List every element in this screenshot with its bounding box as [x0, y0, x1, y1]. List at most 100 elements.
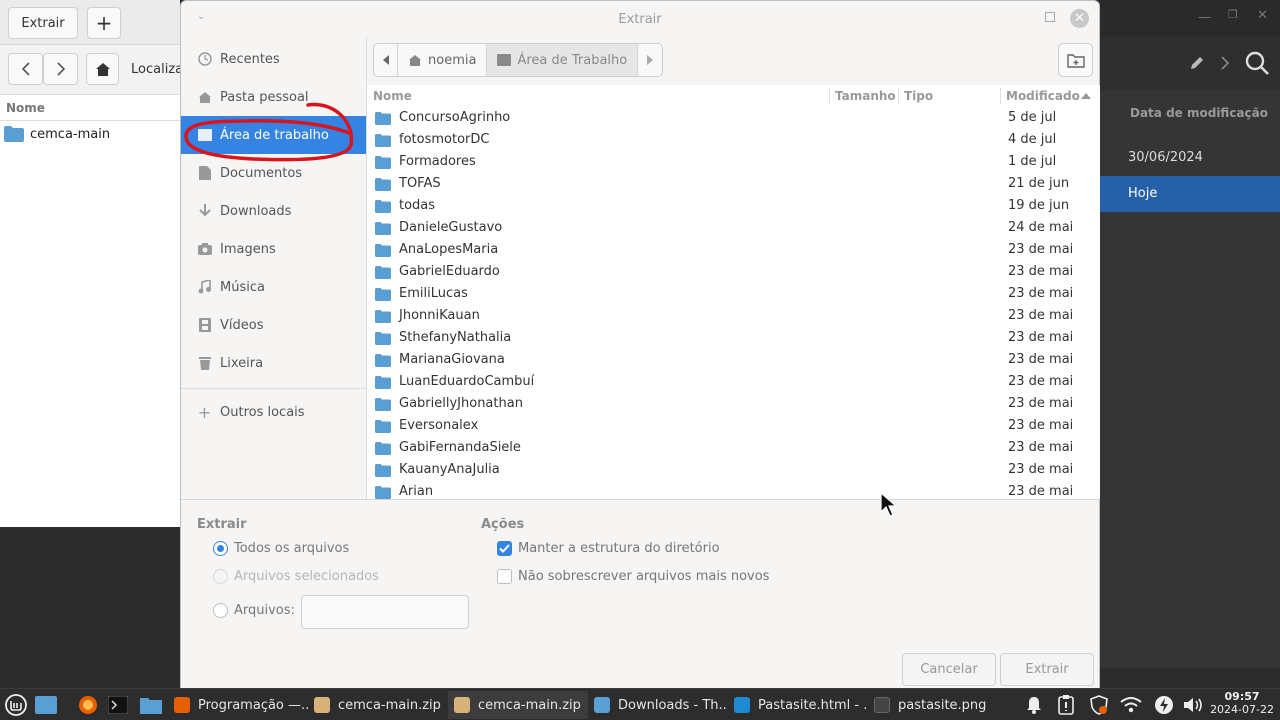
back-button[interactable] — [8, 53, 43, 85]
add-toolbar-button[interactable]: + — [87, 7, 121, 39]
file-name: KauanyAnaJulia — [399, 462, 500, 477]
files-pattern-input[interactable] — [301, 595, 469, 629]
notifications-icon[interactable] — [1022, 693, 1046, 717]
checkbox[interactable] — [497, 569, 512, 584]
close-button[interactable]: ✕ — [1070, 9, 1089, 28]
clipboard-icon[interactable] — [1054, 693, 1078, 717]
sidebar-item-downloads[interactable]: Downloads — [181, 192, 366, 230]
file-row[interactable]: fotosmotorDC 4 de jul — [367, 129, 1100, 151]
search-icon[interactable] — [1244, 50, 1270, 76]
path-back-button[interactable] — [374, 44, 398, 76]
radio-selected-files[interactable]: Arquivos selecionados — [213, 569, 379, 584]
checkbox-keep-structure[interactable]: Manter a estrutura do diretório — [497, 541, 720, 556]
volume-icon[interactable] — [1182, 693, 1206, 717]
file-row[interactable]: JhonniKauan 23 de mai — [367, 305, 1100, 327]
file-row[interactable]: TOFAS 21 de jun — [367, 173, 1100, 195]
clock[interactable]: 09:57 2024-07-22 — [1210, 690, 1274, 716]
file-row[interactable]: AnaLopesMaria 23 de mai — [367, 239, 1100, 261]
breadcrumb-item-home[interactable]: noemia — [398, 44, 488, 76]
file-name: GabrielEduardo — [399, 264, 500, 279]
maximize-icon[interactable]: ❐ — [1228, 8, 1238, 21]
file-row[interactable]: KauanyAnaJulia 23 de mai — [367, 459, 1100, 481]
sidebar-item-videos[interactable]: Vídeos — [181, 306, 366, 344]
chevron-down-icon[interactable]: ⌄ — [197, 11, 205, 22]
column-modified-header[interactable]: Data de modificação — [1100, 90, 1280, 130]
file-modified: 4 de jul — [1008, 132, 1057, 147]
terminal-launcher[interactable] — [106, 693, 130, 717]
file-row[interactable]: GabrielEduardo 23 de mai — [367, 261, 1100, 283]
sort-ascending-icon[interactable] — [1081, 92, 1091, 99]
file-manager-toolbar — [1100, 36, 1280, 90]
desktop-icon — [35, 696, 57, 714]
firefox-launcher[interactable] — [76, 693, 100, 717]
checkbox-no-overwrite[interactable]: Não sobrescrever arquivos mais novos — [497, 569, 769, 584]
checkbox[interactable] — [497, 541, 512, 556]
task-archive-2[interactable]: cemca-main.zip — [448, 691, 588, 719]
home-button[interactable] — [86, 53, 119, 85]
column-name-header[interactable]: Nome — [0, 95, 180, 121]
close-icon[interactable]: ✕ — [1257, 8, 1268, 23]
path-forward-button[interactable] — [638, 44, 662, 76]
sidebar-item-musica[interactable]: Música — [181, 268, 366, 306]
sidebar-item-outros-locais[interactable]: + Outros locais — [181, 393, 366, 431]
task-image[interactable]: pastasite.png — [868, 691, 1008, 719]
sidebar-item-imagens[interactable]: Imagens — [181, 230, 366, 268]
extract-toolbar-button[interactable]: Extrair — [8, 7, 78, 39]
task-downloads[interactable]: Downloads - Th... — [588, 691, 728, 719]
file-name: JhonniKauan — [399, 308, 480, 323]
file-row[interactable]: MarianaGiovana 23 de mai — [367, 349, 1100, 371]
pencil-icon[interactable] — [1188, 54, 1206, 72]
file-row[interactable]: Formadores 1 de jul — [367, 151, 1100, 173]
file-name: SthefanyNathalia — [399, 330, 512, 345]
sidebar-item-lixeira[interactable]: Lixeira — [181, 344, 366, 382]
task-archive-1[interactable]: cemca-main.zip — [308, 691, 448, 719]
column-modified-header[interactable]: Modificado — [1006, 89, 1080, 103]
triangle-left-icon — [382, 55, 389, 65]
power-icon[interactable] — [1152, 693, 1176, 717]
radio-button[interactable] — [213, 541, 228, 556]
file-row[interactable]: Eversonalex 23 de mai — [367, 415, 1100, 437]
taskbar: Programação —... cemca-main.zip cemca-ma… — [0, 688, 1280, 720]
task-vscode[interactable]: Pastasite.html - ... — [728, 691, 868, 719]
radio-files[interactable]: Arquivos: — [213, 603, 295, 618]
files-launcher[interactable] — [139, 693, 163, 717]
file-row[interactable]: SthefanyNathalia 23 de mai — [367, 327, 1100, 349]
file-row[interactable]: todas 19 de jun — [367, 195, 1100, 217]
radio-all-files[interactable]: Todos os arquivos — [213, 541, 349, 556]
file-row[interactable]: Arian 23 de mai — [367, 481, 1100, 499]
task-programacao[interactable]: Programação —... — [168, 691, 308, 719]
file-row[interactable]: GabriellyJhonathan 23 de mai — [367, 393, 1100, 415]
minimize-icon[interactable]: — — [1198, 10, 1211, 25]
new-folder-button[interactable] — [1058, 43, 1093, 77]
radio-button[interactable] — [213, 603, 228, 618]
checkbox-label: Manter a estrutura do diretório — [518, 541, 720, 556]
radio-button[interactable] — [213, 569, 228, 584]
file-row[interactable]: GabiFernandaSiele 23 de mai — [367, 437, 1100, 459]
file-row[interactable]: ConcursoAgrinho 5 de jul — [367, 107, 1100, 129]
table-row-selected[interactable]: Hoje — [1100, 176, 1280, 212]
column-divider — [829, 88, 830, 104]
wifi-icon[interactable] — [1119, 693, 1143, 717]
file-modified: 24 de mai — [1008, 220, 1074, 235]
shield-icon[interactable] — [1087, 693, 1111, 717]
mouse-cursor-icon — [880, 492, 898, 517]
chevron-right-icon[interactable] — [1220, 55, 1230, 71]
file-name: AnaLopesMaria — [399, 242, 499, 257]
sidebar-item-label: Lixeira — [220, 355, 264, 371]
folder-icon — [375, 332, 391, 345]
show-desktop-button[interactable] — [34, 693, 58, 717]
maximize-icon[interactable] — [1045, 12, 1055, 22]
extract-button[interactable]: Extrair — [1000, 653, 1094, 686]
forward-button[interactable] — [43, 53, 78, 85]
breadcrumb-item-current[interactable]: Área de Trabalho — [487, 44, 639, 76]
menu-button[interactable] — [4, 693, 28, 717]
file-row[interactable]: DanieleGustavo 24 de mai — [367, 217, 1100, 239]
table-row[interactable]: 30/06/2024 — [1100, 140, 1280, 176]
column-name-header[interactable]: Nome — [373, 89, 412, 103]
column-type-header[interactable]: Tipo — [904, 89, 933, 103]
file-row[interactable]: LuanEduardoCambuí 23 de mai — [367, 371, 1100, 393]
list-item[interactable]: cemca-main — [0, 121, 180, 147]
file-row[interactable]: EmiliLucas 23 de mai — [367, 283, 1100, 305]
cancel-button[interactable]: Cancelar — [902, 653, 996, 686]
column-size-header[interactable]: Tamanho — [835, 89, 896, 103]
